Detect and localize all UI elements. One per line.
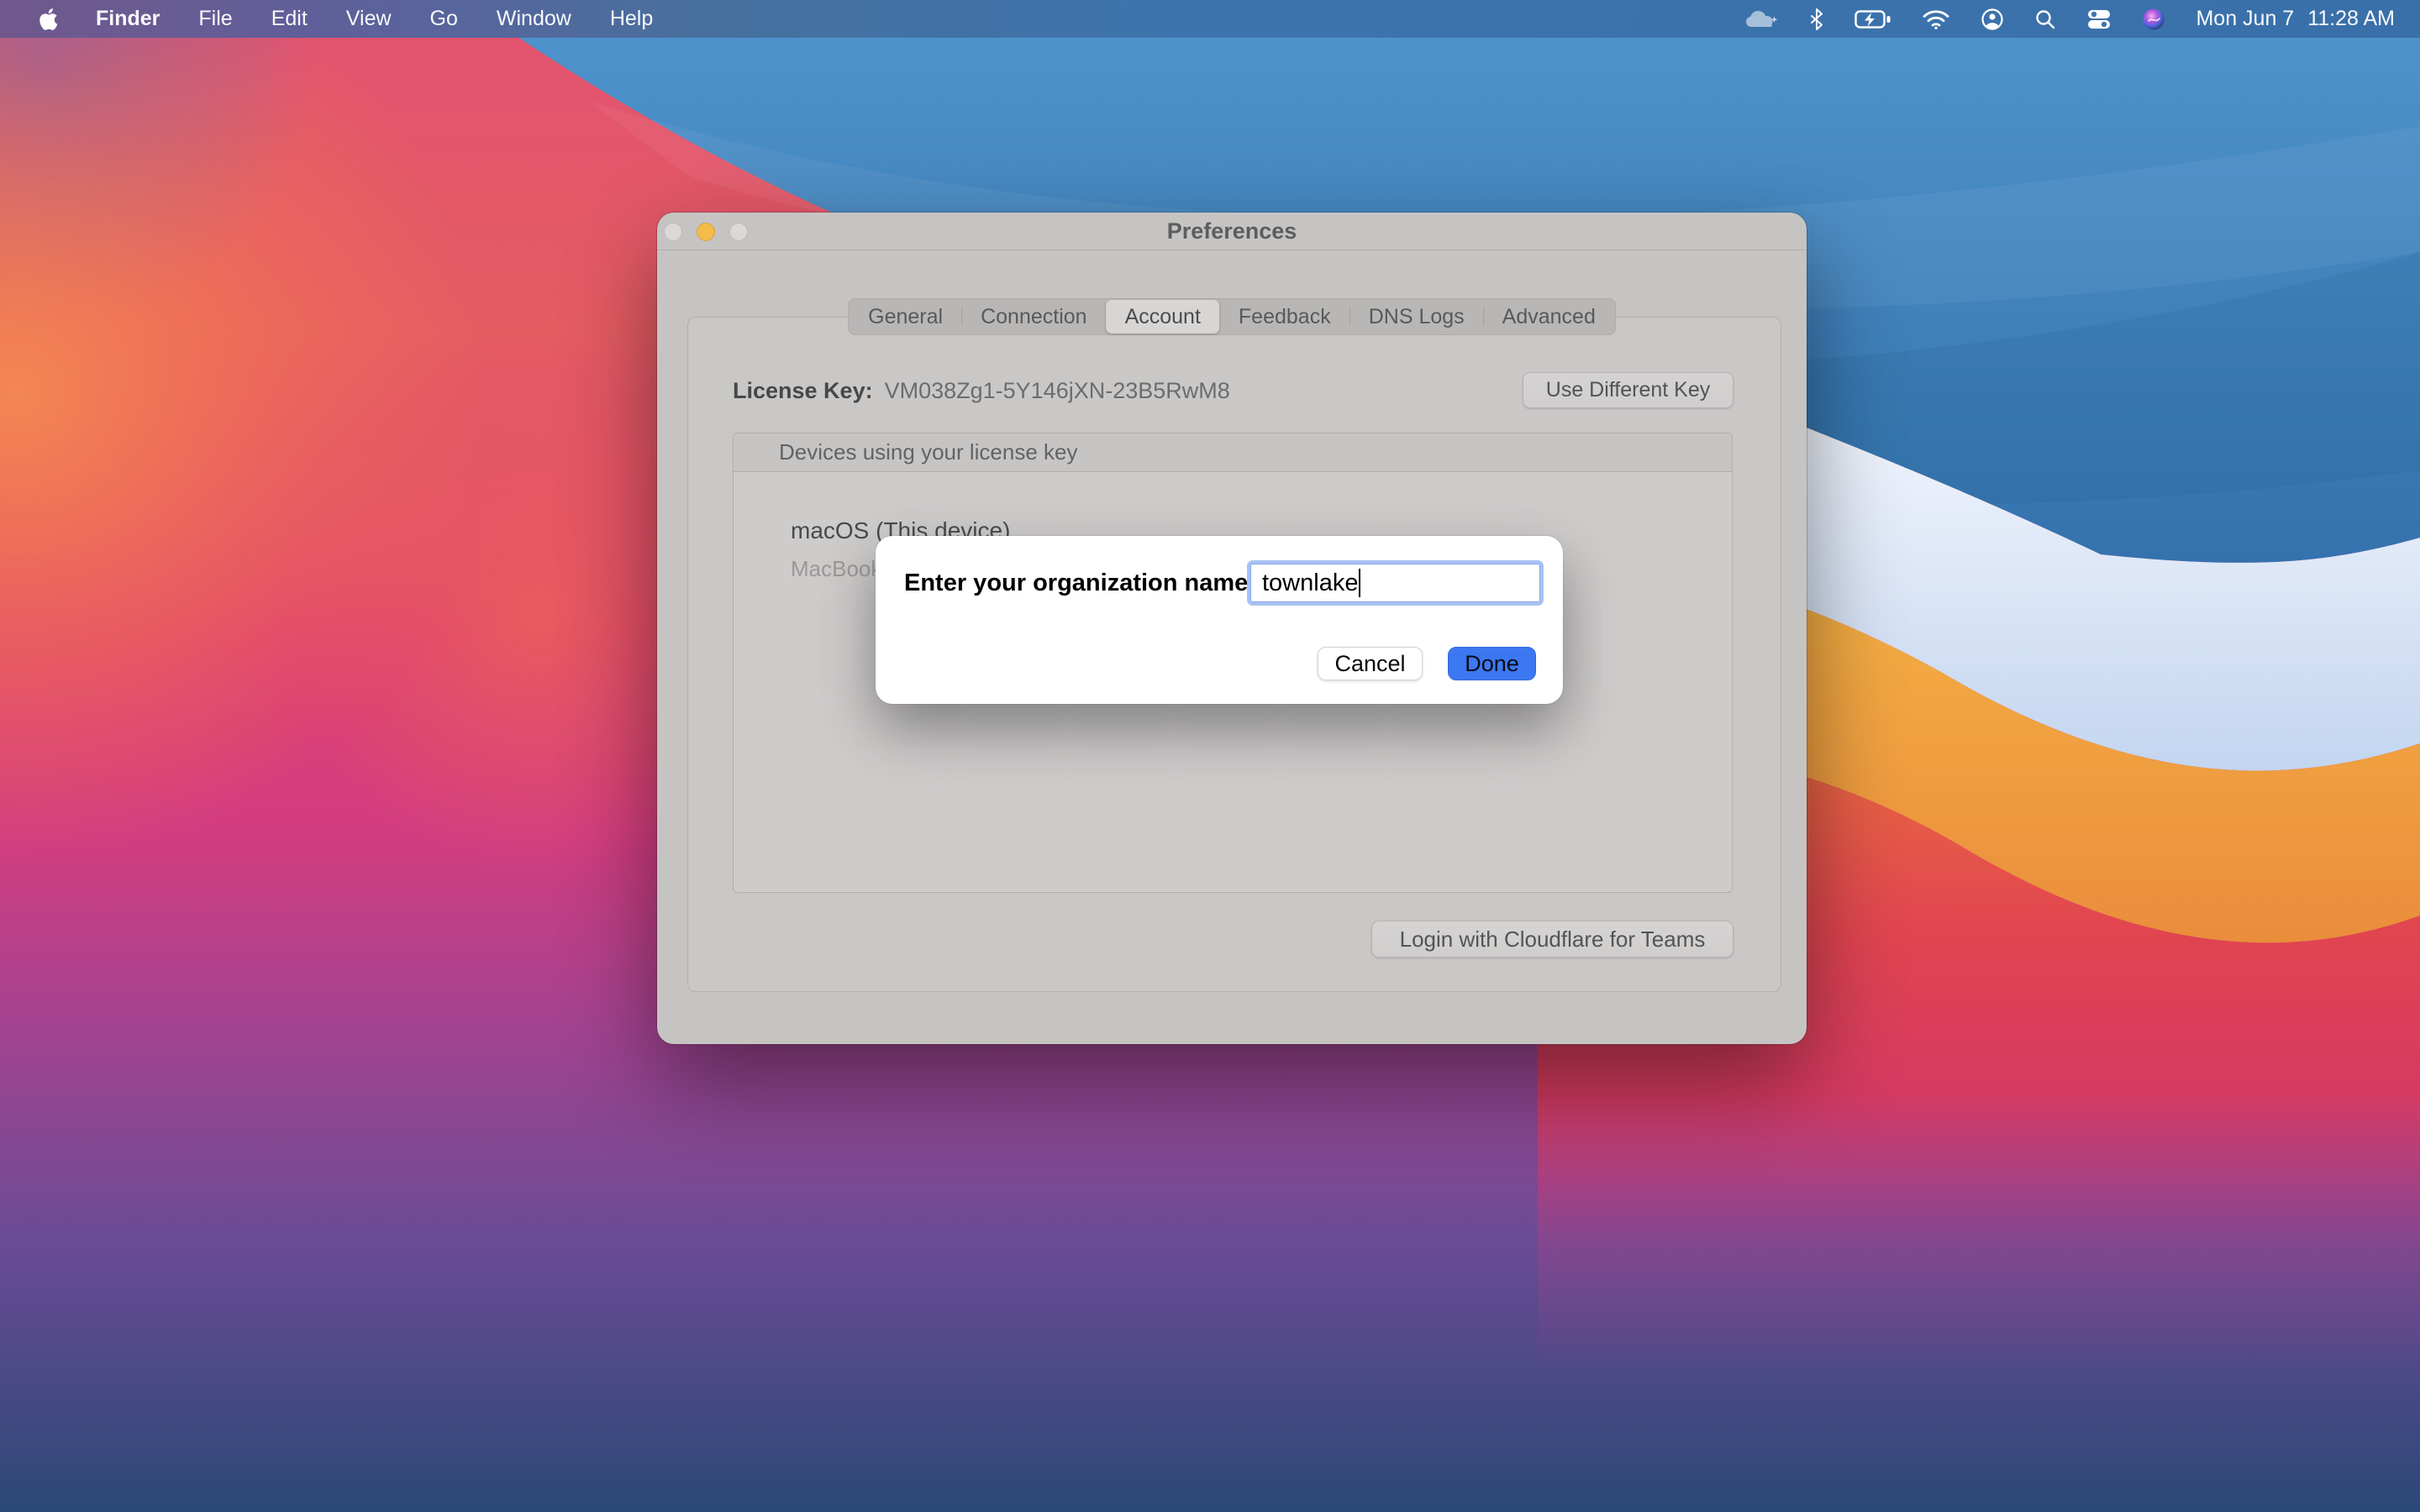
user-account-icon[interactable] <box>1981 8 2004 31</box>
tab-account[interactable]: Account <box>1107 300 1219 333</box>
tab-feedback[interactable]: Feedback <box>1220 300 1349 333</box>
menu-item-view[interactable]: View <box>346 7 392 31</box>
organization-input-value: townlake <box>1262 570 1358 597</box>
license-key-label: License Key: <box>733 378 873 404</box>
window-title: Preferences <box>657 213 1807 250</box>
preferences-tabbar: General Connection Account Feedback DNS … <box>848 298 1616 335</box>
menu-item-help[interactable]: Help <box>610 7 653 31</box>
menu-bar-clock[interactable]: Mon Jun 7 11:28 AM <box>2196 7 2395 31</box>
tab-general[interactable]: General <box>850 300 961 333</box>
menu-item-go[interactable]: Go <box>430 7 458 31</box>
devices-panel-header: Devices using your license key <box>734 433 1732 472</box>
use-different-key-button[interactable]: Use Different Key <box>1523 372 1733 408</box>
organization-prompt-label: Enter your organization name: <box>904 570 1256 597</box>
bluetooth-icon[interactable] <box>1809 8 1824 31</box>
text-caret <box>1359 569 1360 597</box>
menu-bar: Finder File Edit View Go Window Help <box>0 0 2420 38</box>
apple-menu-icon[interactable] <box>37 8 57 31</box>
battery-charging-icon[interactable] <box>1854 8 1891 30</box>
wifi-icon[interactable] <box>1922 8 1950 30</box>
clock-date: Mon Jun 7 <box>2196 7 2294 31</box>
clock-time: 11:28 AM <box>2307 7 2395 31</box>
menu-item-file[interactable]: File <box>198 7 232 31</box>
cancel-button[interactable]: Cancel <box>1318 647 1423 680</box>
done-button[interactable]: Done <box>1448 647 1536 680</box>
tab-connection[interactable]: Connection <box>962 300 1105 333</box>
tab-advanced[interactable]: Advanced <box>1484 300 1614 333</box>
spotlight-search-icon[interactable] <box>2034 8 2056 30</box>
menu-item-edit[interactable]: Edit <box>271 7 308 31</box>
login-with-cloudflare-teams-button[interactable]: Login with Cloudflare for Teams <box>1371 921 1733 958</box>
license-key-value: VM038Zg1-5Y146jXN-23B5RwM8 <box>885 378 1230 404</box>
menu-item-finder[interactable]: Finder <box>96 7 160 31</box>
menu-item-window[interactable]: Window <box>497 7 571 31</box>
window-titlebar[interactable]: Preferences <box>657 213 1807 250</box>
control-center-icon[interactable] <box>2086 8 2112 31</box>
tab-dns-logs[interactable]: DNS Logs <box>1350 300 1483 333</box>
organization-name-input[interactable]: townlake <box>1250 564 1540 602</box>
organization-name-dialog: Enter your organization name: townlake C… <box>876 536 1563 704</box>
cloudflare-cloud-icon[interactable] <box>1744 8 1779 31</box>
siri-icon[interactable] <box>2142 8 2165 31</box>
license-key-row: License Key: VM038Zg1-5Y146jXN-23B5RwM8 … <box>733 372 1733 409</box>
